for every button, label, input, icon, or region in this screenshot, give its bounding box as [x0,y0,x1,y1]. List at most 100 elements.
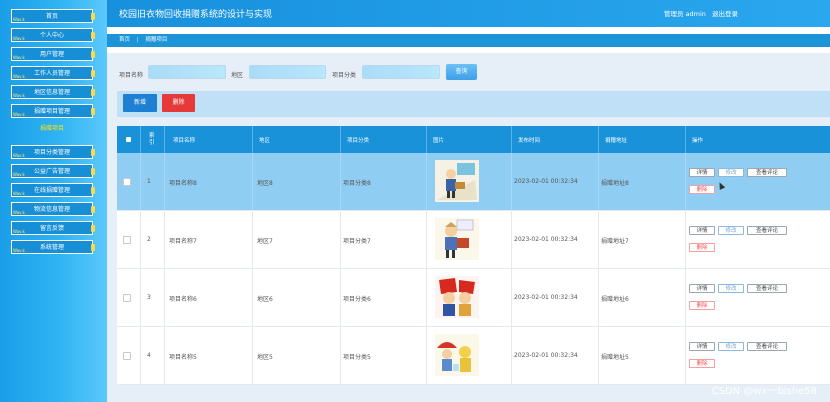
sidebar-item-label: 个人中心 [39,32,64,39]
row-region: 地区5 [257,354,273,361]
table-row[interactable]: 2 项目名称7 地区7 项目分类7 2023-02-01 00:32:34 捐赠… [117,211,830,269]
decor-icon: Wav.k [13,74,25,79]
project-image [435,218,479,260]
user-role: 管理员 admin [663,10,706,18]
row-time: 2023-02-01 00:32:34 [514,236,578,243]
name-input[interactable] [148,65,226,79]
row-delete-button[interactable]: 删除 [689,243,715,252]
sidebar-item-categories[interactable]: 项目分类管理 Wav.k [11,145,95,159]
pin-icon [91,225,95,232]
view-comments-button[interactable]: 查看评论 [747,226,787,235]
row-delete-button[interactable]: 删除 [689,185,715,194]
detail-button[interactable]: 详情 [689,168,715,177]
detail-button[interactable]: 详情 [689,284,715,293]
sidebar-item-label: 物流信息管理 [33,206,70,213]
sidebar-item-home[interactable]: 首页 Wav.k [11,9,95,23]
row-region: 地区7 [257,238,273,245]
edit-button[interactable]: 修改 [718,342,744,351]
logout-link[interactable]: 退出登录 [712,10,738,18]
region-label: 地区 [231,72,244,79]
row-name: 项目名称7 [169,238,197,245]
pin-icon [91,89,95,96]
project-image [435,334,479,376]
sidebar-item-label: 工作人员管理 [33,70,70,77]
sidebar-item-label: 用户管理 [39,51,64,58]
row-region: 地区6 [257,296,273,303]
top-header: 校园旧衣物回收捐赠系统的设计与实现 管理员 admin 退出登录 [107,0,830,27]
detail-button[interactable]: 详情 [689,342,715,351]
row-checkbox[interactable] [123,352,131,360]
sidebar-item-label: 留言反馈 [39,225,64,232]
sidebar-item-users[interactable]: 用户管理 Wav.k [11,47,95,61]
sidebar-item-label: 系统管理 [39,244,64,251]
edit-button[interactable]: 修改 [718,284,744,293]
edit-button[interactable]: 修改 [718,168,744,177]
table-row[interactable]: 3 项目名称6 地区6 项目分类6 2023-02-01 00:32:34 捐赠… [117,269,830,327]
sidebar-item-ads[interactable]: 公益广告管理 Wav.k [11,164,95,178]
row-index: 4 [147,352,151,359]
sidebar-item-label: 首页 [45,13,58,20]
row-delete-button[interactable]: 删除 [689,301,715,310]
decor-icon: Wav.k [13,93,25,98]
sidebar-item-label: 公益广告管理 [33,168,70,175]
decor-icon: Wav.k [13,210,25,215]
pin-icon [91,108,95,115]
decor-icon: Wav.k [13,55,25,60]
row-delete-button[interactable]: 删除 [689,359,715,368]
sidebar-item-online-donation[interactable]: 在线捐赠管理 Wav.k [11,183,95,197]
view-comments-button[interactable]: 查看评论 [747,342,787,351]
row-address: 捐赠地址5 [601,354,629,361]
breadcrumb-separator: | [136,37,139,43]
decor-icon: Wav.k [13,36,25,41]
sidebar-item-label: 地区信息管理 [33,89,70,96]
sidebar-item-donation-projects[interactable]: 捐赠项目 [11,122,93,136]
row-index: 1 [147,178,151,185]
header-time: 发布时间 [512,126,599,153]
sidebar-item-regions[interactable]: 地区信息管理 Wav.k [11,85,95,99]
sidebar-item-profile[interactable]: 个人中心 Wav.k [11,28,95,42]
pin-icon [91,244,95,251]
view-comments-button[interactable]: 查看评论 [747,284,787,293]
pin-icon [91,187,95,194]
sidebar-item-feedback[interactable]: 留言反馈 Wav.k [11,221,95,235]
row-checkbox[interactable] [123,294,131,302]
decor-icon: Wav.k [13,229,25,234]
edit-button[interactable]: 修改 [718,226,744,235]
row-index: 3 [147,294,151,301]
query-button[interactable]: 查询 [446,64,477,80]
breadcrumb-current: 捐赠项目 [145,37,168,43]
action-bar: 新增 删除 [117,91,830,117]
row-name: 项目名称8 [169,180,197,187]
pin-icon [91,168,95,175]
row-checkbox[interactable] [123,236,131,244]
sidebar-item-staff[interactable]: 工作人员管理 Wav.k [11,66,95,80]
header-region: 地区 [253,126,341,153]
header-user-area: 管理员 admin 退出登录 [660,8,738,18]
sidebar-item-logistics[interactable]: 物流信息管理 Wav.k [11,202,95,216]
category-input[interactable] [362,65,440,79]
sidebar-item-donation-projects-manage[interactable]: 捐赠项目管理 Wav.k [11,104,95,118]
breadcrumb-home[interactable]: 首页 [119,37,130,43]
decor-icon: Wav.k [13,17,25,22]
sidebar-item-system[interactable]: 系统管理 Wav.k [11,240,95,254]
table-row[interactable]: 4 项目名称5 地区5 项目分类5 2023-02-01 00:32:34 捐赠… [117,327,830,385]
delete-button[interactable]: 删除 [162,94,195,112]
view-comments-button[interactable]: 查看评论 [747,168,787,177]
region-input[interactable] [249,65,326,79]
row-checkbox[interactable] [123,178,131,186]
pin-icon [91,13,95,20]
pin-icon [91,32,95,39]
pin-icon [91,149,95,156]
name-label: 项目名称 [119,72,144,79]
add-button[interactable]: 新增 [123,94,157,112]
table-header: 索引 项目名称 地区 项目分类 图片 发布时间 捐赠地址 操作 [117,126,830,153]
row-address: 捐赠地址6 [601,296,629,303]
sidebar-item-label: 项目分类管理 [33,149,70,156]
decor-icon: Wav.k [13,153,25,158]
detail-button[interactable]: 详情 [689,226,715,235]
row-category: 项目分类5 [343,354,371,361]
sidebar-item-label: 在线捐赠管理 [33,187,70,194]
select-all-checkbox[interactable] [126,137,131,142]
system-title: 校园旧衣物回收捐赠系统的设计与实现 [119,10,273,20]
decor-icon: Wav.k [13,191,25,196]
